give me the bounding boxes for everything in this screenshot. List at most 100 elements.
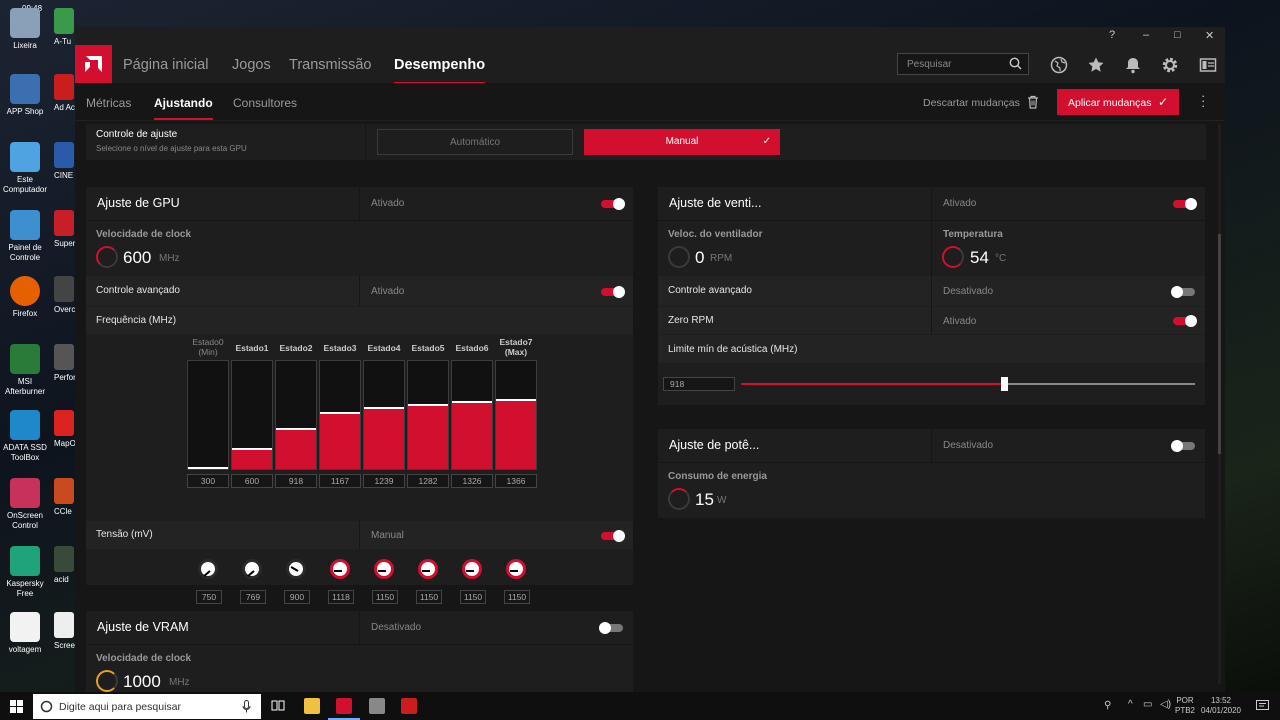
voltage-knob[interactable] xyxy=(506,559,526,579)
voltage-value[interactable]: 769 xyxy=(240,590,266,604)
desktop-icon-screen[interactable]: Screen xyxy=(54,612,76,651)
close-button[interactable]: ✕ xyxy=(1205,29,1214,42)
desktop-icon-voltagem[interactable]: voltagem xyxy=(0,612,50,655)
voltage-value[interactable]: 1150 xyxy=(416,590,442,604)
scrollbar-thumb[interactable] xyxy=(1218,234,1221,454)
desktop-icon-performance[interactable]: Perfor xyxy=(54,344,76,383)
desktop-icon-este-computador[interactable]: Este Computador xyxy=(0,142,50,195)
windows-start-icon[interactable] xyxy=(10,700,23,713)
tab-ajustando[interactable]: Ajustando xyxy=(154,96,213,120)
acoustic-slider-thumb[interactable] xyxy=(1001,377,1008,391)
desktop-icon-painel-de-controle[interactable]: Painel de Controle xyxy=(0,210,50,263)
msi-taskbar-icon[interactable] xyxy=(369,698,385,714)
amd-logo[interactable] xyxy=(75,45,112,83)
frequency-state-value[interactable]: 1282 xyxy=(407,474,449,488)
desktop-icon-overclock[interactable]: Overcl n xyxy=(54,276,76,315)
star-icon[interactable] xyxy=(1087,56,1105,74)
desktop-icon-firefox[interactable]: Firefox xyxy=(0,276,50,319)
acoustic-slider-track[interactable] xyxy=(741,377,1195,391)
desktop-icon-cinebench[interactable]: CINE Wind xyxy=(54,142,76,181)
maximize-button[interactable]: □ xyxy=(1174,29,1181,41)
voltage-knob[interactable] xyxy=(242,559,262,579)
frequency-state-bar[interactable] xyxy=(363,360,405,470)
people-icon[interactable]: ⚲ xyxy=(1104,701,1111,711)
help-icon[interactable]: ? xyxy=(1109,29,1115,41)
zero-rpm-toggle[interactable] xyxy=(1173,315,1197,327)
frequency-state-bar[interactable] xyxy=(231,360,273,470)
frequency-state-value[interactable]: 1239 xyxy=(363,474,405,488)
voltage-value[interactable]: 1118 xyxy=(328,590,354,604)
discard-changes-button[interactable]: Descartar mudanças xyxy=(923,97,1020,109)
app-taskbar-icon[interactable] xyxy=(401,698,417,714)
frequency-state-value[interactable]: 600 xyxy=(231,474,273,488)
gpu-advanced-toggle[interactable] xyxy=(601,286,625,298)
voltage-value[interactable]: 1150 xyxy=(372,590,398,604)
voltage-value[interactable]: 1150 xyxy=(460,590,486,604)
frequency-state-bar[interactable] xyxy=(451,360,493,470)
tab-pagina-inicial[interactable]: Página inicial xyxy=(123,57,208,73)
vram-tuning-toggle[interactable] xyxy=(599,622,623,634)
automatic-mode-button[interactable]: Automático xyxy=(377,129,573,155)
fan-tuning-toggle[interactable] xyxy=(1173,198,1197,210)
task-view-icon[interactable] xyxy=(271,699,285,713)
voltage-knob[interactable] xyxy=(462,559,482,579)
frequency-state-value[interactable]: 300 xyxy=(187,474,229,488)
voltage-knob[interactable] xyxy=(198,559,218,579)
voltage-knob[interactable] xyxy=(330,559,350,579)
radeon-settings-taskbar-icon[interactable] xyxy=(336,698,352,714)
desktop-icon-acid[interactable]: acid xyxy=(54,546,76,585)
tab-consultores[interactable]: Consultores xyxy=(233,96,297,110)
frequency-state-value[interactable]: 918 xyxy=(275,474,317,488)
trash-icon[interactable] xyxy=(1027,95,1039,109)
volume-icon[interactable]: ◁) xyxy=(1160,700,1171,710)
tab-metricas[interactable]: Métricas xyxy=(86,96,131,110)
tab-desempenho[interactable]: Desempenho xyxy=(394,57,486,84)
network-icon[interactable]: ▭ xyxy=(1143,700,1152,710)
scrollbar[interactable] xyxy=(1218,124,1221,684)
desktop-icon-adobe[interactable]: Ad Acr xyxy=(54,74,76,113)
desktop-icon-msi-afterburner[interactable]: MSI Afterburner xyxy=(0,344,50,397)
desktop-icon-adata-ssd-toolbox[interactable]: ADATA SSD ToolBox xyxy=(0,410,50,463)
gpu-tuning-toggle[interactable] xyxy=(601,198,625,210)
frequency-state-bar[interactable] xyxy=(319,360,361,470)
more-options-icon[interactable]: · · · xyxy=(1201,89,1205,112)
desktop-icon-lixeira[interactable]: Lixeira xyxy=(0,8,50,51)
layout-icon[interactable] xyxy=(1199,56,1217,74)
voltage-knob[interactable] xyxy=(374,559,394,579)
voltage-knob[interactable] xyxy=(286,559,306,579)
frequency-state-bar[interactable] xyxy=(275,360,317,470)
desktop-icon-superposition[interactable]: Super Benc xyxy=(54,210,76,249)
gear-icon[interactable] xyxy=(1161,56,1179,74)
bell-icon[interactable] xyxy=(1124,56,1142,74)
frequency-state-bar[interactable] xyxy=(407,360,449,470)
desktop-icon-app-shop[interactable]: APP Shop xyxy=(0,74,50,117)
manual-mode-button[interactable]: Manual ✓ xyxy=(584,129,780,155)
taskbar-search-input[interactable]: Digite aqui para pesquisar xyxy=(33,694,261,719)
search-input[interactable]: Pesquisar xyxy=(897,53,1029,75)
minimize-button[interactable]: – xyxy=(1143,29,1149,41)
frequency-state-bar[interactable] xyxy=(187,360,229,470)
desktop-icon-kaspersky-free[interactable]: Kaspersky Free xyxy=(0,546,50,599)
globe-icon[interactable] xyxy=(1050,56,1068,74)
desktop-icon-mapo[interactable]: MapO xyxy=(54,410,76,449)
chevron-up-icon[interactable]: ^ xyxy=(1128,700,1133,710)
taskbar-clock[interactable]: 13:52 04/01/2020 xyxy=(1198,696,1244,716)
voltage-value[interactable]: 1150 xyxy=(504,590,530,604)
fan-advanced-toggle[interactable] xyxy=(1171,286,1195,298)
acoustic-value-input[interactable]: 918 xyxy=(663,377,735,391)
microphone-icon[interactable] xyxy=(242,700,251,713)
frequency-state-bar[interactable] xyxy=(495,360,537,470)
language-indicator[interactable]: POR PTB2 xyxy=(1174,696,1196,716)
voltage-value[interactable]: 900 xyxy=(284,590,310,604)
power-tuning-toggle[interactable] xyxy=(1171,440,1195,452)
tab-jogos[interactable]: Jogos xyxy=(232,57,271,73)
file-explorer-icon[interactable] xyxy=(304,698,320,714)
frequency-state-value[interactable]: 1366 xyxy=(495,474,537,488)
voltage-value[interactable]: 750 xyxy=(196,590,222,604)
frequency-state-value[interactable]: 1167 xyxy=(319,474,361,488)
desktop-icon-ccleaner[interactable]: CCle xyxy=(54,478,76,517)
voltage-knob[interactable] xyxy=(418,559,438,579)
tab-transmissao[interactable]: Transmissão xyxy=(289,57,371,73)
voltage-toggle[interactable] xyxy=(601,530,625,542)
notifications-icon[interactable] xyxy=(1256,700,1269,712)
